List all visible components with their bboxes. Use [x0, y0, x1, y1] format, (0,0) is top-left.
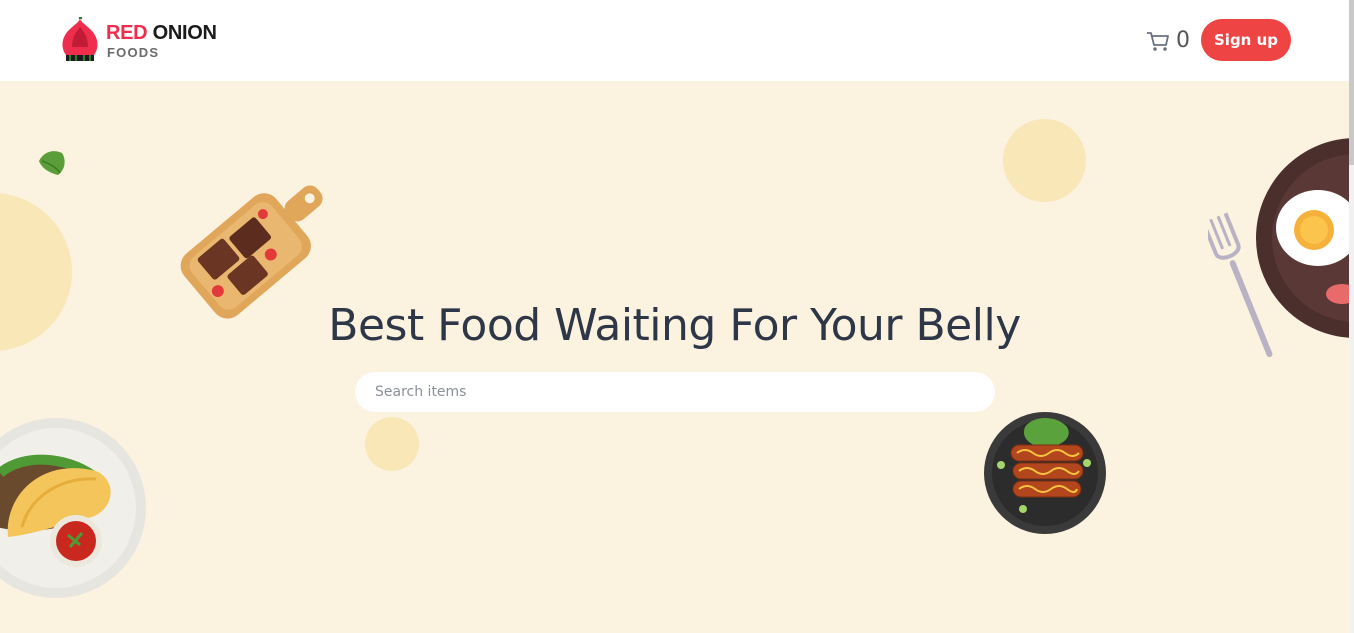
decor-circle	[365, 417, 419, 471]
signup-button[interactable]: Sign up	[1201, 19, 1291, 61]
scrollbar-thumb[interactable]	[1349, 0, 1354, 165]
page-scrollbar[interactable]	[1349, 0, 1354, 633]
search-input[interactable]	[355, 372, 995, 412]
brand-name: RED ONION	[106, 22, 217, 44]
leaf-icon	[39, 151, 65, 175]
decor-circle	[1003, 119, 1086, 202]
hero-banner: Best Food Waiting For Your Belly	[0, 81, 1349, 633]
sausage-plate-icon	[984, 412, 1106, 534]
brand-logo[interactable]: RED ONION FOODS	[58, 17, 218, 63]
brand-subtitle: FOODS	[107, 45, 160, 60]
hero-headline: Best Food Waiting For Your Belly	[328, 300, 1021, 351]
cart-count: 0	[1176, 28, 1190, 53]
onion-logo-icon	[62, 17, 98, 61]
cart-button[interactable]: 0	[1146, 28, 1192, 56]
top-navbar: RED ONION FOODS 0 Sign up	[0, 0, 1354, 81]
taco-plate-icon	[0, 418, 146, 598]
cart-icon	[1147, 32, 1169, 51]
